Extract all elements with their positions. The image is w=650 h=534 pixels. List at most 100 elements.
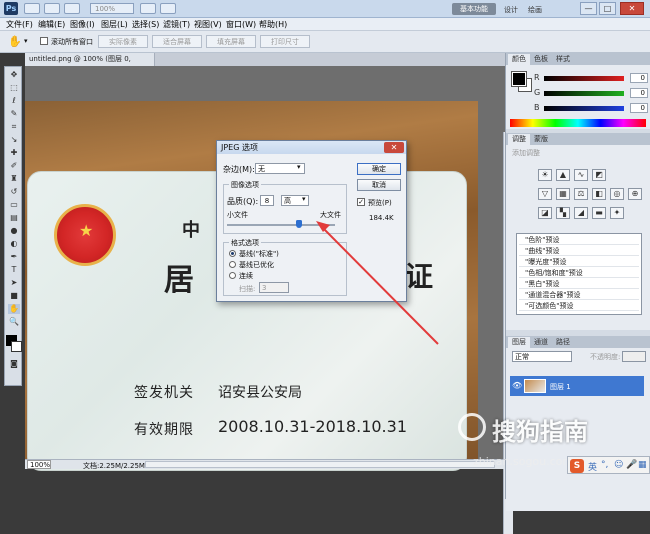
menu-edit[interactable]: 编辑(E) xyxy=(38,19,65,30)
healing-brush-icon[interactable]: ✚ xyxy=(8,148,20,158)
zoom-select[interactable]: 100% xyxy=(90,3,134,14)
history-brush-icon[interactable]: ↺ xyxy=(8,187,20,197)
fit-screen-button[interactable]: 适合屏幕 xyxy=(152,35,202,48)
lasso-tool-icon[interactable]: ℓ xyxy=(8,96,20,106)
threshold-icon[interactable]: ◢ xyxy=(574,207,588,219)
ok-button[interactable]: 确定 xyxy=(357,163,401,175)
preset-exposure[interactable]: "曝光度"预设 xyxy=(519,257,639,267)
workspace-design-link[interactable]: 设计 xyxy=(504,5,518,15)
ime-voice-icon[interactable]: 🎤 xyxy=(626,460,637,470)
ime-skin-icon[interactable]: ▦ xyxy=(638,460,647,470)
arrange-documents-icon[interactable] xyxy=(140,3,156,14)
posterize-icon[interactable]: ▚ xyxy=(556,207,570,219)
workspace-essentials-button[interactable]: 基本功能 xyxy=(452,3,496,15)
ime-toolbar[interactable]: S 英 °, ☺ 🎤 ▦ xyxy=(567,456,650,474)
stamp-tool-icon[interactable]: ♜ xyxy=(8,174,20,184)
layer-row[interactable]: 👁 图层 1 xyxy=(510,376,644,396)
gradient-map-icon[interactable]: ▬ xyxy=(592,207,606,219)
mini-bridge-icon[interactable] xyxy=(44,3,60,14)
hand-tool-icon[interactable] xyxy=(64,3,80,14)
zoom-tool-icon[interactable]: 🔍 xyxy=(8,317,20,327)
horizontal-scrollbar[interactable] xyxy=(145,461,495,468)
blue-value-field[interactable]: 0 xyxy=(630,103,648,113)
tab-swatches[interactable]: 色板 xyxy=(530,54,552,65)
color-spectrum-bar[interactable] xyxy=(510,119,646,127)
quick-select-tool-icon[interactable]: ✎ xyxy=(8,109,20,119)
zoom-status-field[interactable]: 100% xyxy=(27,460,51,469)
tab-channels[interactable]: 通道 xyxy=(530,337,552,348)
exposure-icon[interactable]: ◩ xyxy=(592,169,606,181)
menu-window[interactable]: 窗口(W) xyxy=(226,19,256,30)
menu-filter[interactable]: 滤镜(T) xyxy=(163,19,190,30)
quality-dropdown-chevron-icon[interactable]: ▾ xyxy=(302,195,306,203)
green-slider[interactable] xyxy=(544,91,624,96)
background-color-swatch[interactable] xyxy=(11,341,22,352)
tab-styles[interactable]: 样式 xyxy=(552,54,574,65)
blend-mode-select[interactable]: 正常 xyxy=(512,351,572,362)
quality-input[interactable]: 8 xyxy=(260,195,274,206)
ime-mode-icon[interactable]: 英 xyxy=(588,460,597,473)
red-slider[interactable] xyxy=(544,76,624,81)
gradient-tool-icon[interactable]: ▤ xyxy=(8,213,20,223)
preset-curves[interactable]: "曲线"预设 xyxy=(519,246,639,256)
hue-saturation-icon[interactable]: ▦ xyxy=(556,188,570,200)
blur-tool-icon[interactable]: ● xyxy=(8,226,20,236)
preset-black-white[interactable]: "黑白"预设 xyxy=(519,279,639,289)
eraser-tool-icon[interactable]: ▭ xyxy=(8,200,20,210)
tab-layers[interactable]: 图层 xyxy=(508,337,530,348)
bridge-icon[interactable] xyxy=(24,3,40,14)
foreground-color-swatch[interactable] xyxy=(511,71,527,87)
type-tool-icon[interactable]: T xyxy=(8,265,20,275)
pen-tool-icon[interactable]: ✒ xyxy=(8,252,20,262)
screen-mode-icon[interactable] xyxy=(160,3,176,14)
close-window-button[interactable]: ✕ xyxy=(620,2,644,15)
minimize-button[interactable]: — xyxy=(580,2,597,15)
opacity-field[interactable] xyxy=(622,351,646,362)
channel-mixer-icon[interactable]: ⊕ xyxy=(628,188,642,200)
hand-tool-active-icon[interactable]: ✋ xyxy=(8,304,20,314)
eyedropper-tool-icon[interactable]: ↘ xyxy=(8,135,20,145)
tool-preset-chevron-icon[interactable]: ▾ xyxy=(24,37,28,45)
curves-icon[interactable]: ∿ xyxy=(574,169,588,181)
levels-icon[interactable]: ▲ xyxy=(556,169,570,181)
format-progressive-radio[interactable] xyxy=(229,272,236,279)
tab-paths[interactable]: 路径 xyxy=(552,337,574,348)
maximize-button[interactable]: □ xyxy=(599,2,616,15)
ime-emoji-icon[interactable]: ☺ xyxy=(614,460,623,470)
menu-image[interactable]: 图像(I) xyxy=(70,19,95,30)
dodge-tool-icon[interactable]: ◐ xyxy=(8,239,20,249)
menu-view[interactable]: 视图(V) xyxy=(194,19,222,30)
actual-pixels-button[interactable]: 实际像素 xyxy=(98,35,148,48)
matte-dropdown-chevron-icon[interactable]: ▾ xyxy=(297,163,301,171)
selective-color-icon[interactable]: ✦ xyxy=(610,207,624,219)
menu-file[interactable]: 文件(F) xyxy=(6,19,33,30)
preset-levels[interactable]: "色阶"预设 xyxy=(519,235,639,245)
tab-adjustments[interactable]: 调整 xyxy=(508,134,530,145)
menu-help[interactable]: 帮助(H) xyxy=(259,19,287,30)
photo-filter-icon[interactable]: ◎ xyxy=(610,188,624,200)
quality-slider[interactable] xyxy=(227,220,335,228)
dialog-close-button[interactable]: ✕ xyxy=(384,142,404,153)
format-baseline-radio[interactable] xyxy=(229,250,236,257)
brightness-icon[interactable]: ☀ xyxy=(538,169,552,181)
sogou-ime-icon[interactable]: S xyxy=(570,459,584,473)
invert-icon[interactable]: ◪ xyxy=(538,207,552,219)
workspace-painting-link[interactable]: 绘画 xyxy=(528,5,542,15)
hand-tool-icon[interactable]: ✋ xyxy=(8,35,22,48)
preset-hue-saturation[interactable]: "色相/饱和度"预设 xyxy=(519,268,639,278)
ime-punctuation-icon[interactable]: °, xyxy=(601,460,608,470)
green-value-field[interactable]: 0 xyxy=(630,88,648,98)
red-value-field[interactable]: 0 xyxy=(630,73,648,83)
document-tab[interactable]: untitled.png @ 100% (图层 0, RGB/8) * xyxy=(25,53,155,76)
scans-select[interactable]: 3 xyxy=(259,282,289,293)
path-select-tool-icon[interactable]: ➤ xyxy=(8,278,20,288)
menu-select[interactable]: 选择(S) xyxy=(132,19,159,30)
tab-masks[interactable]: 蒙版 xyxy=(530,134,552,145)
black-white-icon[interactable]: ◧ xyxy=(592,188,606,200)
tab-color[interactable]: 颜色 xyxy=(508,54,530,65)
print-size-button[interactable]: 打印尺寸 xyxy=(260,35,310,48)
scroll-all-windows-checkbox[interactable] xyxy=(40,37,48,45)
brush-tool-icon[interactable]: ✐ xyxy=(8,161,20,171)
quick-mask-icon[interactable]: ◙ xyxy=(8,359,20,369)
menu-layer[interactable]: 图层(L) xyxy=(101,19,128,30)
